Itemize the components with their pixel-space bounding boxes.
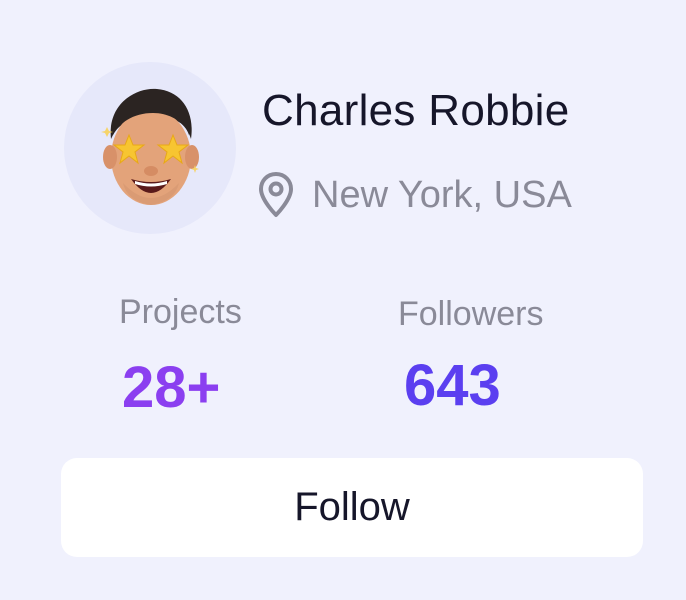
profile-card: Charles Robbie New York, USA Projects 28…: [0, 0, 686, 600]
profile-name: Charles Robbie: [262, 86, 570, 135]
projects-label: Projects: [119, 293, 242, 331]
followers-count: 643: [404, 353, 501, 418]
profile-location: New York, USA: [258, 172, 572, 218]
location-text: New York, USA: [312, 173, 572, 216]
followers-label: Followers: [398, 295, 544, 333]
map-pin-icon: [259, 172, 293, 217]
follow-button[interactable]: Follow: [61, 458, 643, 557]
avatar: [64, 62, 236, 234]
memoji-avatar-icon: [101, 88, 199, 205]
projects-count: 28+: [122, 355, 221, 420]
